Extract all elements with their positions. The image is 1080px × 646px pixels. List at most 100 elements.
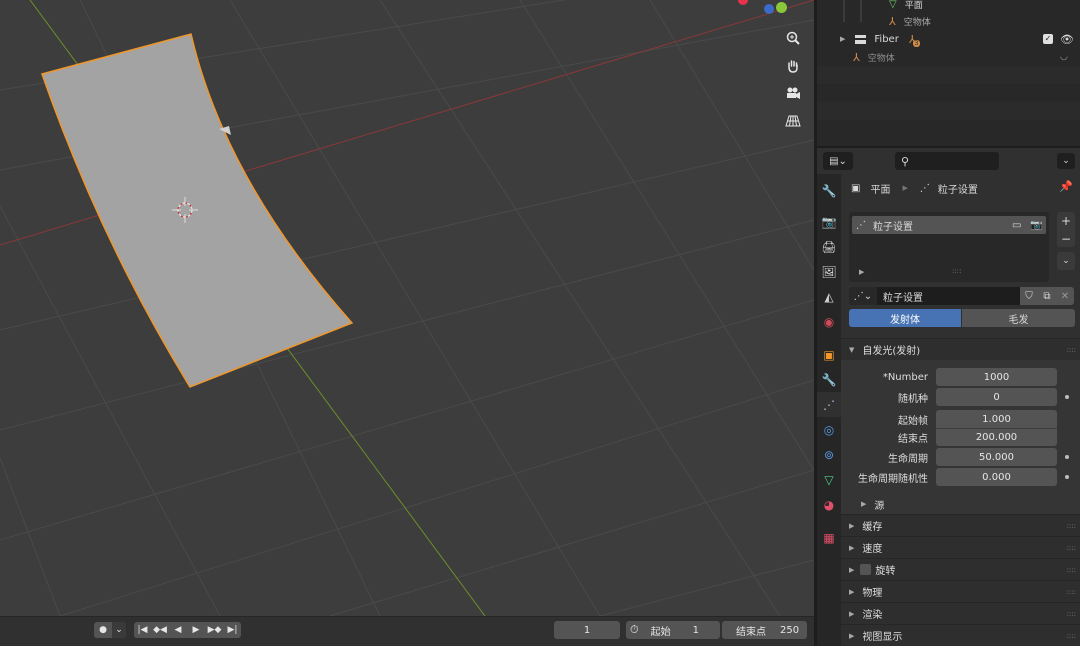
hair-type-tab[interactable]: 毛发 — [962, 309, 1075, 327]
rotation-panel-title: 旋转 — [875, 566, 896, 577]
drag-handle-icon[interactable]: :::: — [1067, 610, 1076, 618]
expand-arrow-icon: ▶ — [849, 587, 855, 596]
browse-settings-button[interactable]: ⋰⌄ — [849, 287, 877, 305]
lifetime-field[interactable]: 50.000 — [936, 448, 1057, 466]
show-viewport-icon[interactable]: ▭ — [1012, 220, 1021, 231]
render-panel-title: 渲染 — [862, 610, 883, 621]
gizmo-y-axis-icon[interactable] — [776, 2, 787, 13]
play-button[interactable]: ▶ — [187, 622, 205, 638]
outliner-row[interactable]: ⅄ 空物体 — [889, 12, 1069, 30]
constraints-tab-icon[interactable]: ⊚ — [817, 442, 841, 467]
frame-end-field[interactable]: 200.000 — [936, 428, 1057, 446]
properties-search-input[interactable]: ⚲ — [895, 152, 999, 170]
outliner-row[interactable]: ⅄ 空物体 ◡ — [853, 48, 1080, 66]
drag-handle-icon[interactable]: :::: — [1067, 588, 1076, 596]
emission-panel-header[interactable]: ▼ 自发光(发射) :::: — [841, 338, 1080, 360]
texture-tab-icon[interactable]: ▦ — [817, 525, 841, 550]
drag-handle-icon[interactable]: :::: — [1067, 346, 1076, 354]
visibility-hidden-icon[interactable]: ◡ — [1060, 52, 1068, 62]
frame-end-row: 结束点 200.000 — [841, 428, 1080, 446]
mesh-data-tab-icon[interactable]: ▽ — [817, 467, 841, 492]
current-frame-field[interactable]: 1 — [554, 621, 620, 639]
editor-type-selector[interactable]: ▤⌄ — [823, 152, 853, 170]
end-frame-label: 结束点 — [736, 626, 766, 638]
show-render-icon[interactable]: 📷 — [1030, 220, 1042, 231]
emission-panel-body: *Number 1000 随机种 0 起始帧 1.000 结束点 200.000… — [841, 360, 1080, 514]
drag-handle-icon[interactable]: :::: — [1067, 544, 1076, 552]
3d-viewport[interactable] — [0, 0, 814, 616]
number-row: *Number 1000 — [841, 368, 1080, 386]
jump-start-button[interactable]: |◀ — [134, 622, 151, 638]
list-expand-arrow-icon[interactable]: ▶ — [859, 268, 864, 276]
fake-user-shield-icon[interactable]: ⛉ — [1020, 287, 1038, 305]
cache-panel-header[interactable]: ▶ 缓存 :::: — [841, 514, 1080, 536]
drag-handle-icon[interactable]: :::: — [1067, 566, 1076, 574]
gizmo-z-axis-icon[interactable] — [764, 4, 774, 14]
keyframe-dot-icon[interactable] — [1065, 395, 1069, 399]
physics-panel-header[interactable]: ▶ 物理 :::: — [841, 580, 1080, 602]
properties-tabs: 🔧 📷 🖨 🖼 ◭ ◉ ▣ 🔧 ⋰ ◎ ⊚ ▽ ◕ ▦ — [817, 174, 841, 646]
rotation-panel-header[interactable]: ▶ 旋转 :::: — [841, 558, 1080, 580]
source-subpanel-header[interactable]: ▶ 源 — [861, 495, 884, 513]
add-particle-system-button[interactable]: + — [1057, 212, 1075, 230]
number-field[interactable]: 1000 — [936, 368, 1057, 386]
view-layer-tab-icon[interactable]: 🖼 — [817, 259, 841, 284]
world-tab-icon[interactable]: ◉ — [817, 309, 841, 334]
outliner-row-label: 空物体 — [867, 53, 895, 64]
record-keyframe-button[interactable]: ● — [94, 622, 112, 638]
drag-handle-icon[interactable]: :::: — [1067, 632, 1076, 640]
remove-particle-system-button[interactable]: − — [1057, 230, 1075, 247]
prev-keyframe-button[interactable]: ◆◀ — [151, 622, 169, 638]
scene-tab-icon[interactable]: ◭ — [817, 284, 841, 309]
modifier-tab-icon[interactable]: 🔧 — [817, 367, 841, 392]
list-specials-dropdown-button[interactable]: ⌄ — [1057, 252, 1075, 270]
seed-field[interactable]: 0 — [936, 388, 1057, 406]
output-tab-icon[interactable]: 🖨 — [817, 234, 841, 259]
unlink-settings-icon[interactable]: ✕ — [1056, 287, 1074, 305]
pan-hand-icon[interactable] — [782, 55, 804, 77]
object-tab-icon[interactable]: ▣ — [817, 342, 841, 367]
particle-systems-list[interactable]: ⋰ 粒子设置 ▭ 📷 ▶ :::: — [849, 212, 1049, 282]
duplicate-settings-icon[interactable]: ⧉ — [1038, 287, 1056, 305]
frame-start-field[interactable]: 1.000 — [936, 410, 1057, 428]
settings-name-field[interactable]: 粒子设置 — [877, 287, 1020, 305]
pin-icon[interactable]: 📌 — [1059, 180, 1073, 193]
expand-arrow-icon[interactable]: ▶ — [840, 35, 845, 43]
perspective-toggle-icon[interactable] — [782, 110, 804, 132]
tool-tab-icon[interactable]: 🔧 — [817, 178, 841, 203]
material-tab-icon[interactable]: ◕ — [817, 492, 841, 517]
play-reverse-button[interactable]: ◀ — [169, 622, 187, 638]
particle-system-item[interactable]: ⋰ 粒子设置 ▭ 📷 — [852, 216, 1046, 234]
emitter-type-tab[interactable]: 发射体 — [849, 309, 961, 327]
start-frame-field[interactable]: ⏱ 起始 1 — [626, 621, 720, 639]
particles-tab-icon[interactable]: ⋰ — [817, 392, 841, 417]
expand-arrow-icon: ▶ — [849, 521, 855, 530]
velocity-panel-header[interactable]: ▶ 速度 :::: — [841, 536, 1080, 558]
outliner-row-collection[interactable]: ▶ Fiber ⅄ 3 ✓ 👁 — [817, 30, 1080, 48]
keyframe-dot-icon[interactable] — [1065, 455, 1069, 459]
visibility-eye-icon[interactable]: 👁 — [1060, 33, 1074, 46]
lifetime-random-field[interactable]: 0.000 — [936, 468, 1057, 486]
outliner: ▽ 平面 ⅄ 空物体 ▶ Fiber ⅄ 3 ✓ 👁 ⅄ 空物体 ◡ — [817, 0, 1080, 146]
end-frame-field[interactable]: 结束点 250 — [722, 621, 807, 639]
collection-icon — [855, 34, 867, 44]
viewport-display-panel-title: 视图显示 — [862, 632, 903, 643]
keyframe-dot-icon[interactable] — [1065, 475, 1069, 479]
physics-panel-title: 物理 — [862, 588, 883, 599]
include-checkbox[interactable]: ✓ — [1043, 34, 1053, 44]
jump-end-button[interactable]: ▶| — [224, 622, 241, 638]
properties-main: ▣ 平面 ▶ ⋰ 粒子设置 📌 ⋰ 粒子设置 ▭ 📷 ▶ :::: + − ⌄ … — [841, 174, 1080, 646]
render-panel-header[interactable]: ▶ 渲染 :::: — [841, 602, 1080, 624]
render-tab-icon[interactable]: 📷 — [817, 209, 841, 234]
options-dropdown-button[interactable]: ⌄ — [1057, 153, 1075, 169]
drag-handle-icon[interactable]: :::: — [1067, 522, 1076, 530]
list-resize-handle-icon[interactable]: :::: — [952, 267, 961, 275]
breadcrumb-object: 平面 — [870, 184, 891, 196]
zoom-icon[interactable] — [782, 27, 804, 49]
viewport-display-panel-header[interactable]: ▶ 视图显示 :::: — [841, 624, 1080, 646]
next-keyframe-button[interactable]: ▶◆ — [205, 622, 224, 638]
camera-view-icon[interactable] — [782, 82, 804, 104]
rotation-enable-checkbox[interactable] — [860, 564, 872, 575]
physics-tab-icon[interactable]: ◎ — [817, 417, 841, 442]
keying-dropdown-button[interactable]: ⌄ — [112, 622, 126, 638]
